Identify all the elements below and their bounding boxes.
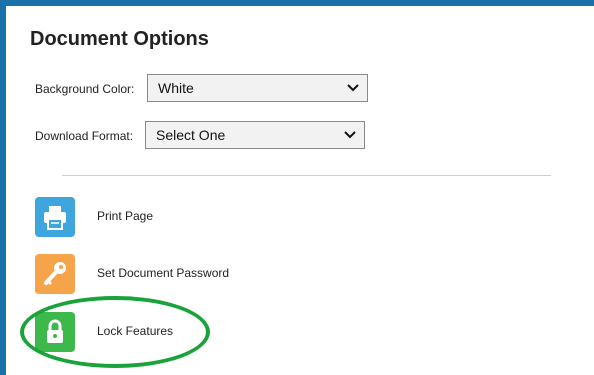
background-color-label: Background Color: <box>35 82 135 96</box>
chevron-down-icon <box>347 84 359 92</box>
chevron-down-icon <box>344 131 356 139</box>
background-color-value: White <box>158 80 194 96</box>
download-format-value: Select One <box>156 127 226 143</box>
printer-icon <box>44 206 66 230</box>
panel-title: Document Options <box>30 28 209 50</box>
set-password-tile <box>35 254 75 294</box>
set-document-password-button[interactable]: Set Document Password <box>35 254 295 294</box>
set-document-password-label: Set Document Password <box>97 266 230 280</box>
print-page-label: Print Page <box>97 209 154 223</box>
download-format-label: Download Format: <box>35 129 134 143</box>
key-icon <box>44 262 66 286</box>
print-page-button[interactable]: Print Page <box>35 197 295 237</box>
print-page-tile <box>35 197 75 237</box>
lock-features-button[interactable]: Lock Features <box>35 312 295 352</box>
lock-features-label: Lock Features <box>97 324 174 338</box>
section-divider <box>62 175 551 176</box>
background-color-select[interactable]: White <box>147 74 368 102</box>
lock-features-tile <box>35 312 75 352</box>
lock-icon <box>47 319 63 343</box>
download-format-select[interactable]: Select One <box>145 121 365 149</box>
